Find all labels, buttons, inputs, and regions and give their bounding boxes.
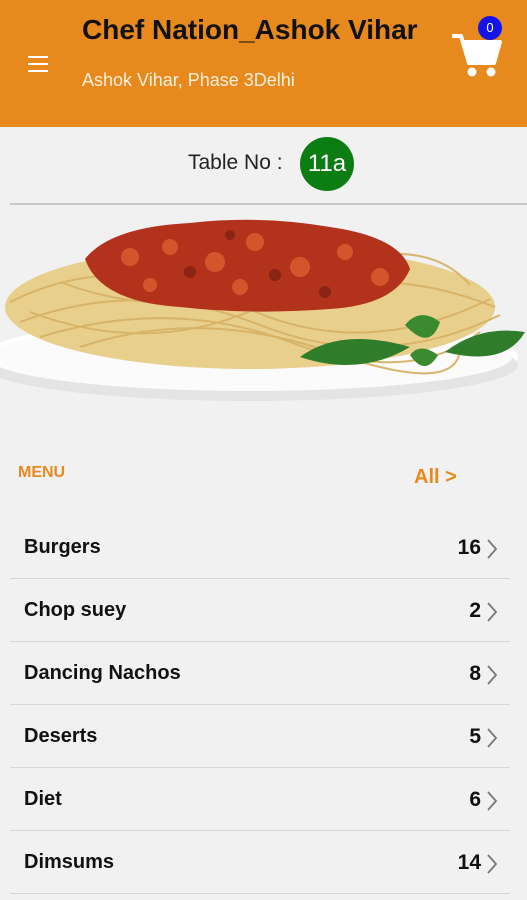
app-header: Chef Nation_Ashok Vihar Ashok Vihar, Pha… xyxy=(0,0,527,127)
category-count: 5 xyxy=(469,725,481,748)
row-divider xyxy=(10,893,510,894)
category-count: 14 xyxy=(457,851,481,874)
category-item-diet[interactable]: Diet 6 xyxy=(0,768,527,831)
category-count: 2 xyxy=(469,599,481,622)
category-count: 8 xyxy=(469,662,481,685)
divider xyxy=(10,203,527,205)
table-info: Table No : 11a xyxy=(0,137,527,191)
category-count: 16 xyxy=(457,536,481,559)
restaurant-title: Chef Nation_Ashok Vihar xyxy=(82,14,418,45)
category-item-deserts[interactable]: Deserts 5 xyxy=(0,705,527,768)
category-name: Dimsums xyxy=(24,851,115,873)
chevron-right-icon xyxy=(487,539,498,559)
category-name: Deserts xyxy=(24,725,98,747)
category-item-chop-suey[interactable]: Chop suey 2 xyxy=(0,579,527,642)
chevron-right-icon xyxy=(487,791,498,811)
category-name: Chop suey xyxy=(24,599,127,621)
chevron-right-icon xyxy=(487,602,498,622)
chevron-right-icon xyxy=(487,854,498,874)
menu-section-label: MENU xyxy=(18,464,66,481)
hero-pasta-image xyxy=(0,219,525,401)
category-item-burgers[interactable]: Burgers 16 xyxy=(0,516,527,579)
category-list: Burgers 16 Chop suey 2 Dancing Nachos 8 … xyxy=(0,516,527,894)
category-name: Dancing Nachos xyxy=(24,662,181,684)
hamburger-icon[interactable] xyxy=(22,50,54,78)
all-categories-link[interactable]: All > xyxy=(414,466,457,489)
category-name: Diet xyxy=(24,788,62,810)
cart-count-badge: 0 xyxy=(478,16,502,40)
table-label: Table No : xyxy=(188,151,283,174)
table-number-badge: 11a xyxy=(300,137,354,191)
restaurant-address: Ashok Vihar, Phase 3Delhi xyxy=(82,70,295,90)
category-item-dimsums[interactable]: Dimsums 14 xyxy=(0,831,527,894)
chevron-right-icon xyxy=(487,728,498,748)
category-name: Burgers xyxy=(24,536,101,558)
category-item-dancing-nachos[interactable]: Dancing Nachos 8 xyxy=(0,642,527,705)
chevron-right-icon xyxy=(487,665,498,685)
category-count: 6 xyxy=(469,788,481,811)
